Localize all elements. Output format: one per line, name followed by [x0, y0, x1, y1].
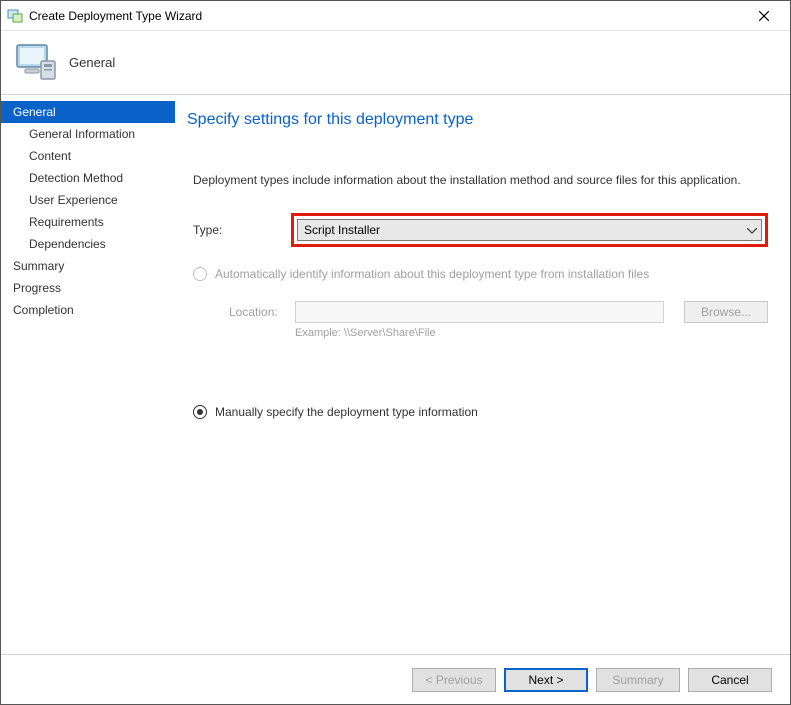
type-dropdown[interactable]: Script Installer	[297, 219, 762, 241]
radio-manual-row: Manually specify the deployment type inf…	[187, 405, 768, 419]
body: General General Information Content Dete…	[1, 95, 790, 654]
radio-manual-dot	[197, 409, 203, 415]
sidebar-item-general[interactable]: General	[1, 101, 175, 123]
location-field-wrap: Example: \\Server\Share\File	[295, 301, 664, 339]
location-example: Example: \\Server\Share\File	[295, 327, 664, 339]
radio-auto-label: Automatically identify information about…	[215, 267, 649, 281]
close-button[interactable]	[744, 2, 784, 30]
window-title: Create Deployment Type Wizard	[29, 9, 744, 23]
sidebar: General General Information Content Dete…	[1, 95, 175, 654]
cancel-button[interactable]: Cancel	[688, 668, 772, 692]
header: General	[1, 31, 790, 95]
type-label: Type:	[193, 223, 291, 237]
app-icon	[7, 8, 23, 24]
content-heading: Specify settings for this deployment typ…	[187, 111, 768, 129]
sidebar-item-detection-method[interactable]: Detection Method	[1, 167, 175, 189]
location-label: Location:	[229, 301, 295, 319]
location-row: Location: Example: \\Server\Share\File B…	[187, 301, 768, 339]
radio-auto	[193, 267, 207, 281]
summary-button: Summary	[596, 668, 680, 692]
radio-auto-row: Automatically identify information about…	[187, 267, 768, 281]
radio-manual-label: Manually specify the deployment type inf…	[215, 405, 478, 419]
sidebar-item-completion[interactable]: Completion	[1, 299, 175, 321]
type-row: Type: Script Installer	[187, 213, 768, 247]
sidebar-item-progress[interactable]: Progress	[1, 277, 175, 299]
titlebar: Create Deployment Type Wizard	[1, 1, 790, 31]
wizard-window: Create Deployment Type Wizard General Ge…	[0, 0, 791, 705]
sidebar-item-requirements[interactable]: Requirements	[1, 211, 175, 233]
sidebar-item-content[interactable]: Content	[1, 145, 175, 167]
sidebar-item-dependencies[interactable]: Dependencies	[1, 233, 175, 255]
sidebar-item-summary[interactable]: Summary	[1, 255, 175, 277]
previous-button: < Previous	[412, 668, 496, 692]
sidebar-item-general-information[interactable]: General Information	[1, 123, 175, 145]
location-input	[295, 301, 664, 323]
content-description: Deployment types include information abo…	[187, 173, 768, 187]
type-dropdown-value: Script Installer	[304, 223, 380, 237]
header-section-title: General	[69, 55, 115, 70]
sidebar-item-user-experience[interactable]: User Experience	[1, 189, 175, 211]
next-button[interactable]: Next >	[504, 668, 588, 692]
type-highlight-box: Script Installer	[291, 213, 768, 247]
footer: < Previous Next > Summary Cancel	[1, 654, 790, 704]
radio-manual[interactable]	[193, 405, 207, 419]
browse-button: Browse...	[684, 301, 768, 323]
chevron-down-icon	[747, 223, 757, 237]
computer-icon	[11, 39, 59, 87]
content-panel: Specify settings for this deployment typ…	[175, 95, 790, 654]
